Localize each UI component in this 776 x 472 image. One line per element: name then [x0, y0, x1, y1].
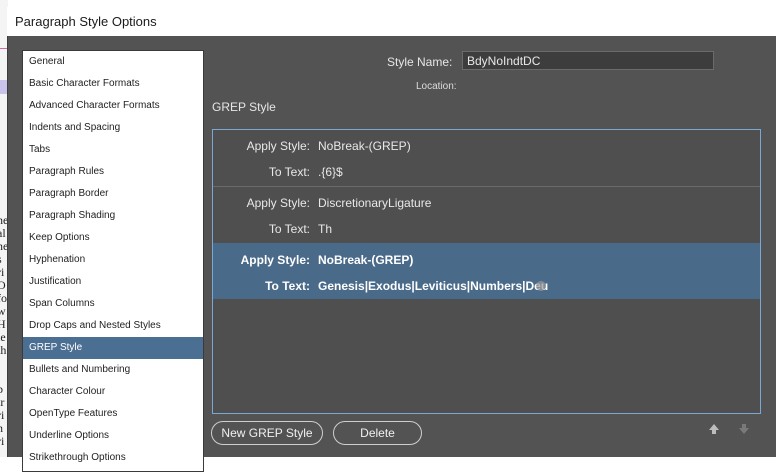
- grep-style-list[interactable]: Apply Style: NoBreak-(GREP) To Text: .{6…: [212, 129, 761, 414]
- category-list[interactable]: General Basic Character Formats Advanced…: [22, 50, 204, 472]
- category-item-justification[interactable]: Justification: [23, 271, 203, 293]
- arrow-down-icon[interactable]: [737, 422, 751, 436]
- category-item-paragraph-border[interactable]: Paragraph Border: [23, 183, 203, 205]
- category-item-paragraph-rules[interactable]: Paragraph Rules: [23, 161, 203, 183]
- to-text-label: To Text:: [268, 222, 310, 236]
- apply-style-label: Apply Style:: [246, 139, 310, 153]
- apply-style-label: Apply Style:: [240, 253, 310, 267]
- category-item-advanced-character-formats[interactable]: Advanced Character Formats: [23, 95, 203, 117]
- to-text-value[interactable]: .{6}$: [318, 162, 343, 182]
- to-text-value[interactable]: Th: [318, 219, 332, 239]
- grep-rule[interactable]: Apply Style: DiscretionaryLigature To Te…: [213, 187, 760, 244]
- apply-style-value[interactable]: NoBreak-(GREP): [318, 136, 411, 156]
- arrow-up-icon[interactable]: [707, 422, 721, 436]
- category-item-opentype-features[interactable]: OpenType Features: [23, 403, 203, 425]
- grep-style-section-title: GREP Style: [212, 100, 276, 114]
- paragraph-style-options-dialog: General Basic Character Formats Advanced…: [7, 36, 776, 472]
- apply-style-label: Apply Style:: [246, 196, 310, 210]
- to-text-value[interactable]: Genesis|Exodus|Leviticus|Numbers|Deu: [318, 276, 548, 296]
- location-label: Location:: [416, 81, 457, 92]
- apply-style-value[interactable]: NoBreak-(GREP): [318, 250, 413, 270]
- category-item-bullets-and-numbering[interactable]: Bullets and Numbering: [23, 359, 203, 381]
- grep-rule[interactable]: Apply Style: NoBreak-(GREP) To Text: .{6…: [213, 130, 760, 187]
- category-item-general[interactable]: General: [23, 51, 203, 73]
- dialog-title: Paragraph Style Options: [15, 14, 157, 29]
- new-grep-style-button[interactable]: New GREP Style: [211, 421, 323, 445]
- category-item-hyphenation[interactable]: Hyphenation: [23, 249, 203, 271]
- category-item-indents-and-spacing[interactable]: Indents and Spacing: [23, 117, 203, 139]
- category-item-span-columns[interactable]: Span Columns: [23, 293, 203, 315]
- style-name-label: Style Name:: [387, 55, 453, 69]
- dialog-title-bar[interactable]: Paragraph Style Options: [7, 7, 776, 37]
- category-item-drop-caps-and-nested-styles[interactable]: Drop Caps and Nested Styles: [23, 315, 203, 337]
- category-item-keep-options[interactable]: Keep Options: [23, 227, 203, 249]
- style-name-input[interactable]: [462, 51, 714, 70]
- category-item-character-colour[interactable]: Character Colour: [23, 381, 203, 403]
- category-item-underline-options[interactable]: Underline Options: [23, 425, 203, 447]
- delete-button[interactable]: Delete: [333, 421, 422, 445]
- apply-style-value[interactable]: DiscretionaryLigature: [318, 193, 431, 213]
- category-item-strikethrough-options[interactable]: Strikethrough Options: [23, 447, 203, 469]
- category-item-grep-style[interactable]: GREP Style: [23, 337, 203, 359]
- category-item-paragraph-shading[interactable]: Paragraph Shading: [23, 205, 203, 227]
- to-text-label: To Text:: [268, 165, 310, 179]
- doc-glyph: th: [0, 343, 7, 357]
- category-item-basic-character-formats[interactable]: Basic Character Formats: [23, 73, 203, 95]
- doc-glyph: ri: [0, 434, 5, 448]
- category-item-tabs[interactable]: Tabs: [23, 139, 203, 161]
- grep-rule-selected[interactable]: Apply Style: NoBreak-(GREP) To Text: Gen…: [213, 243, 760, 299]
- to-text-label: To Text:: [265, 279, 310, 293]
